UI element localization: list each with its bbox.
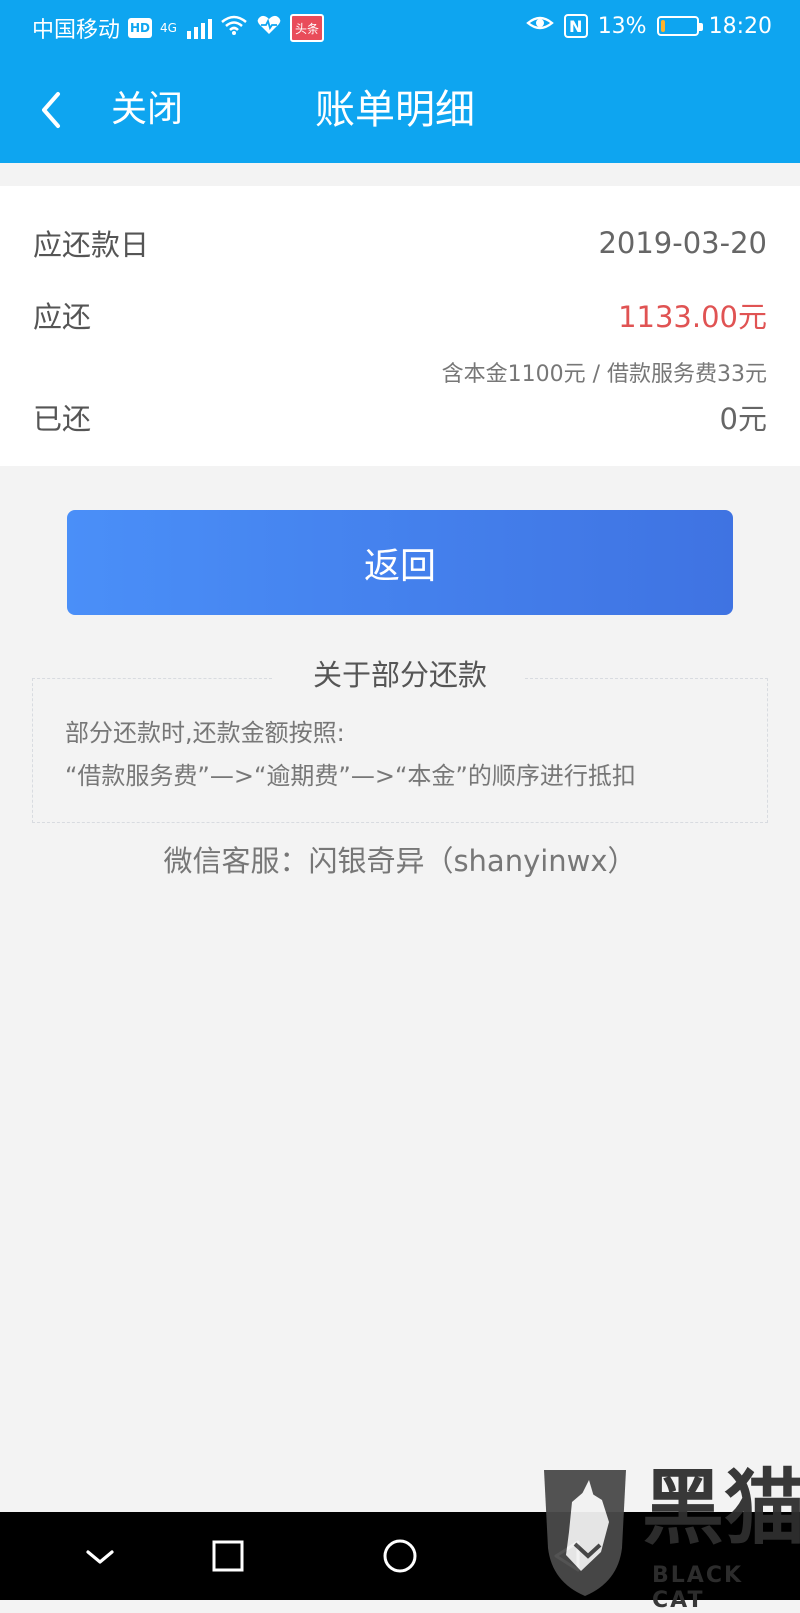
toutiao-badge: 头条 <box>289 14 324 42</box>
status-time: 18:20 <box>708 13 772 39</box>
chevron-left-icon <box>42 92 60 128</box>
return-button[interactable]: 返回 <box>67 510 733 615</box>
amount-breakdown: 含本金1100元 / 借款服务费33元 <box>441 362 767 387</box>
signal-icon <box>186 17 212 39</box>
due-amount-row: 应还 1133.00元 <box>33 294 767 336</box>
wechat-service-label: 微信客服：闪银奇异（shanyinwx） <box>163 844 637 878</box>
notice-line2: “借款服务费”—>“逾期费”—>“本金”的顺序进行抵扣 <box>65 762 636 790</box>
battery-icon <box>656 16 703 36</box>
cat-shield-logo <box>544 1470 626 1596</box>
nav-recent-button[interactable] <box>198 1526 258 1586</box>
carrier-label: 中国移动 <box>32 18 121 43</box>
due-date-row: 应还款日 2019-03-20 <box>33 222 767 264</box>
paid-label: 已还 <box>33 402 92 436</box>
bill-card: 应还款日 2019-03-20 应还 1133.00元 含本金1100元 / 借… <box>0 186 800 466</box>
header-bar: 中国移动 HD 4G 头条 N 13% 18:20 关闭 账单明细 <box>0 0 800 163</box>
status-left: 中国移动 HD 4G 头条 <box>32 12 324 44</box>
watermark-brand-en: BLACK CAT <box>652 1563 744 1613</box>
battery-level-fill <box>660 20 665 32</box>
network-label: 4G <box>160 21 177 35</box>
due-amount-label: 应还 <box>33 300 92 334</box>
status-bar: 中国移动 HD 4G 头条 N 13% 18:20 <box>0 0 800 54</box>
nav-down-button[interactable] <box>70 1526 130 1586</box>
watermark-brand-cn: 黑猫 <box>642 1461 800 1556</box>
nfc-icon: N <box>563 14 588 38</box>
square-icon <box>212 1540 244 1572</box>
due-date-label: 应还款日 <box>33 228 150 262</box>
hd-badge: HD <box>128 18 153 38</box>
circle-icon <box>383 1539 417 1573</box>
notice-line1: 部分还款时,还款金额按照: <box>65 719 345 747</box>
due-date-value: 2019-03-20 <box>598 226 767 260</box>
back-button[interactable] <box>30 84 70 136</box>
status-right: N 13% 18:20 <box>525 12 772 40</box>
eye-icon <box>525 12 554 40</box>
close-button[interactable]: 关闭 <box>111 84 183 136</box>
notice-box <box>32 678 768 823</box>
nav-bar: 关闭 账单明细 <box>0 74 800 146</box>
heart-rate-icon <box>256 14 282 42</box>
nav-home-button[interactable] <box>370 1526 430 1586</box>
wifi-icon <box>220 14 248 42</box>
chevron-down-icon <box>86 1550 114 1564</box>
due-amount-value: 1133.00元 <box>618 300 767 334</box>
battery-percent: 13% <box>597 13 647 39</box>
page-title: 账单明细 <box>315 87 475 133</box>
paid-value: 0元 <box>719 402 767 436</box>
blackcat-watermark: 黑猫 BLACK CAT <box>530 1460 800 1613</box>
paid-row: 已还 0元 <box>33 396 767 438</box>
